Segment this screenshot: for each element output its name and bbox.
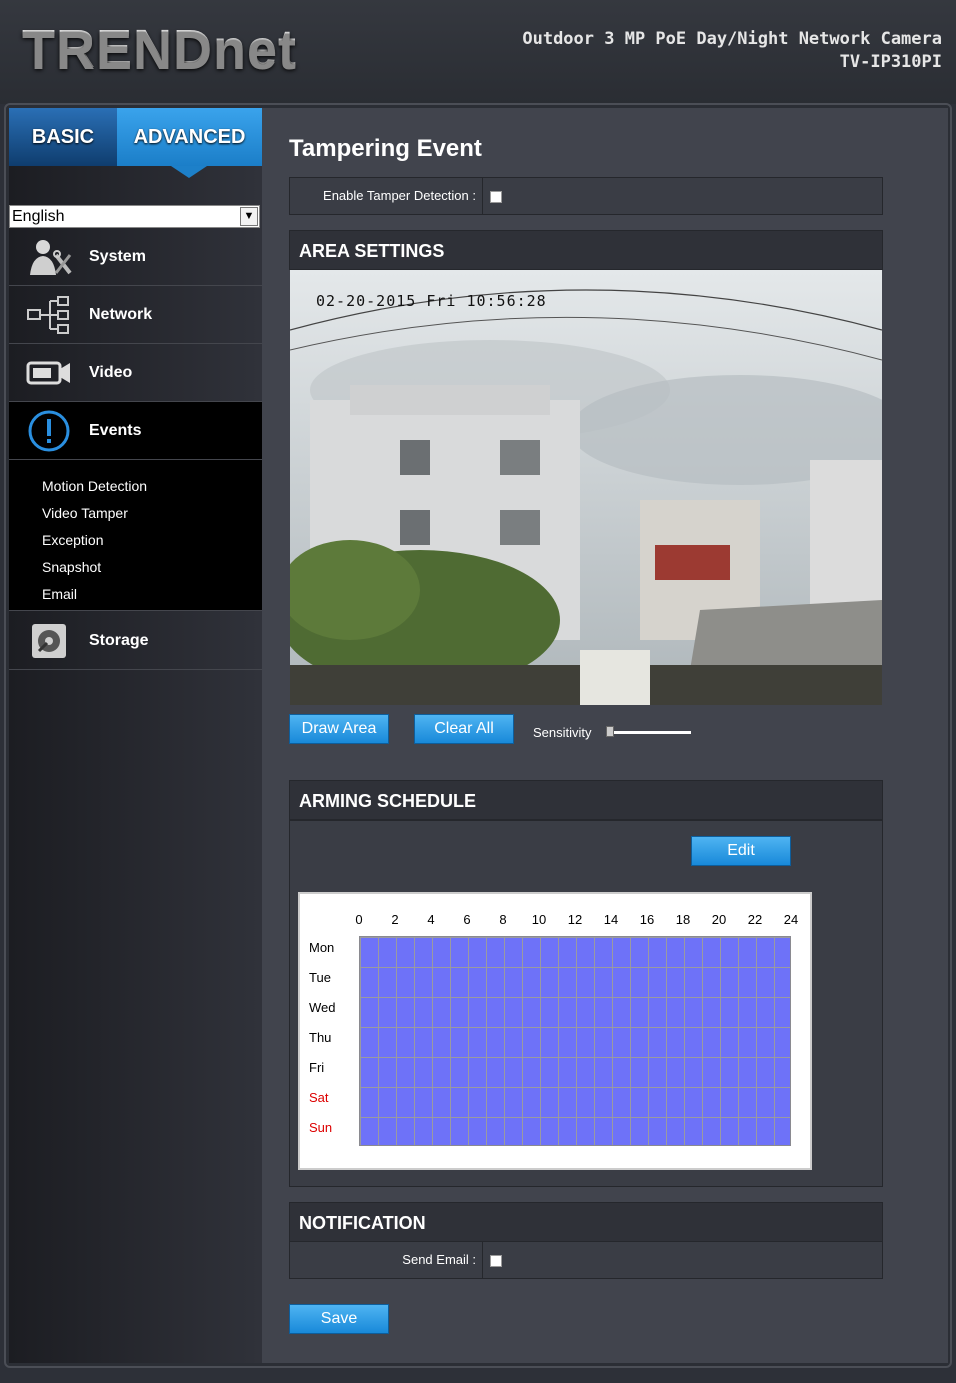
hour-label: 20 — [711, 912, 727, 927]
sidebar-item-storage[interactable]: Storage — [9, 612, 262, 670]
notification-header: NOTIFICATION — [289, 1202, 883, 1242]
save-button[interactable]: Save — [289, 1304, 389, 1334]
sidebar-item-label: Storage — [89, 631, 149, 649]
sensitivity-slider[interactable] — [607, 731, 691, 734]
tab-basic[interactable]: BASIC — [9, 108, 117, 166]
product-name: Outdoor 3 MP PoE Day/Night Network Camer… — [522, 29, 942, 49]
enable-tamper-checkbox[interactable] — [490, 191, 502, 203]
submenu-exception[interactable]: Exception — [42, 530, 103, 550]
sidebar-item-label: System — [89, 247, 146, 265]
camera-scene — [290, 270, 882, 705]
hour-label: 16 — [639, 912, 655, 927]
system-icon — [9, 228, 89, 286]
hour-label: 12 — [567, 912, 583, 927]
submenu-video-tamper[interactable]: Video Tamper — [42, 503, 128, 523]
day-label-wed: Wed — [309, 1000, 336, 1015]
day-label-fri: Fri — [309, 1060, 325, 1075]
chevron-down-icon[interactable]: ▼ — [240, 207, 258, 226]
send-email-row: Send Email : — [289, 1241, 883, 1279]
enable-tamper-label: Enable Tamper Detection : — [290, 178, 483, 214]
schedule-grid[interactable] — [359, 936, 791, 1146]
header: TRENDnet Outdoor 3 MP PoE Day/Night Netw… — [0, 0, 956, 104]
submenu-email[interactable]: Email — [42, 584, 77, 604]
arming-schedule-panel: Edit 0 2 4 6 8 10 12 14 16 18 20 22 24 M… — [289, 820, 883, 1187]
edit-schedule-button[interactable]: Edit — [691, 836, 791, 866]
hour-label: 24 — [783, 912, 799, 927]
sensitivity-label: Sensitivity — [533, 725, 592, 740]
trendnet-logo: TRENDnet — [22, 19, 297, 79]
page-title: Tampering Event — [289, 135, 482, 162]
events-submenu: Motion Detection Video Tamper Exception … — [9, 460, 262, 611]
area-settings-header: AREA SETTINGS — [289, 230, 883, 270]
enable-tamper-row: Enable Tamper Detection : — [289, 177, 883, 215]
storage-icon — [9, 612, 89, 670]
day-label-sun: Sun — [309, 1120, 333, 1135]
product-title: Outdoor 3 MP PoE Day/Night Network Camer… — [522, 28, 942, 74]
active-tab-pointer — [171, 166, 207, 178]
hour-label: 0 — [355, 912, 363, 927]
hour-label: 22 — [747, 912, 763, 927]
tab-advanced[interactable]: ADVANCED — [117, 108, 262, 166]
submenu-motion-detection[interactable]: Motion Detection — [42, 476, 147, 496]
clear-all-button[interactable]: Clear All — [414, 714, 514, 744]
sidebar-item-events[interactable]: Events — [9, 402, 262, 460]
sensitivity-slider-thumb[interactable] — [606, 726, 614, 737]
alert-icon — [9, 402, 89, 460]
schedule-grid-panel: 0 2 4 6 8 10 12 14 16 18 20 22 24 Mon Tu… — [298, 892, 812, 1170]
hour-label: 14 — [603, 912, 619, 927]
language-selected: English — [12, 208, 65, 225]
day-label-tue: Tue — [309, 970, 331, 985]
hour-label: 8 — [499, 912, 507, 927]
hour-label: 10 — [531, 912, 547, 927]
send-email-label: Send Email : — [290, 1242, 483, 1278]
sidebar-item-label: Video — [89, 363, 133, 381]
language-select[interactable]: English ▼ — [9, 205, 260, 228]
sidebar-item-system[interactable]: System — [9, 228, 262, 286]
draw-area-button[interactable]: Draw Area — [289, 714, 389, 744]
arming-schedule-header: ARMING SCHEDULE — [289, 780, 883, 820]
hour-label: 4 — [427, 912, 435, 927]
sidebar-item-network[interactable]: Network — [9, 286, 262, 344]
network-icon — [9, 286, 89, 344]
hour-label: 2 — [391, 912, 399, 927]
main-content: Tampering Event Enable Tamper Detection … — [262, 108, 948, 1363]
video-camera-icon — [9, 344, 89, 402]
hour-label: 6 — [463, 912, 471, 927]
mode-tabs: BASIC ADVANCED — [9, 108, 262, 178]
day-label-thu: Thu — [309, 1030, 332, 1045]
camera-preview[interactable]: 02-20-2015 Fri 10:56:28 — [290, 270, 882, 705]
sidebar-item-video[interactable]: Video — [9, 344, 262, 402]
submenu-snapshot[interactable]: Snapshot — [42, 557, 101, 577]
day-label-sat: Sat — [309, 1090, 329, 1105]
sidebar: BASIC ADVANCED English ▼ System Network … — [9, 108, 272, 1363]
day-label-mon: Mon — [309, 940, 335, 955]
hour-label: 18 — [675, 912, 691, 927]
product-model: TV-IP310PI — [839, 52, 942, 72]
sidebar-item-label: Events — [89, 421, 142, 439]
send-email-checkbox[interactable] — [490, 1255, 502, 1267]
sidebar-item-label: Network — [89, 305, 153, 323]
camera-timestamp: 02-20-2015 Fri 10:56:28 — [316, 292, 547, 310]
